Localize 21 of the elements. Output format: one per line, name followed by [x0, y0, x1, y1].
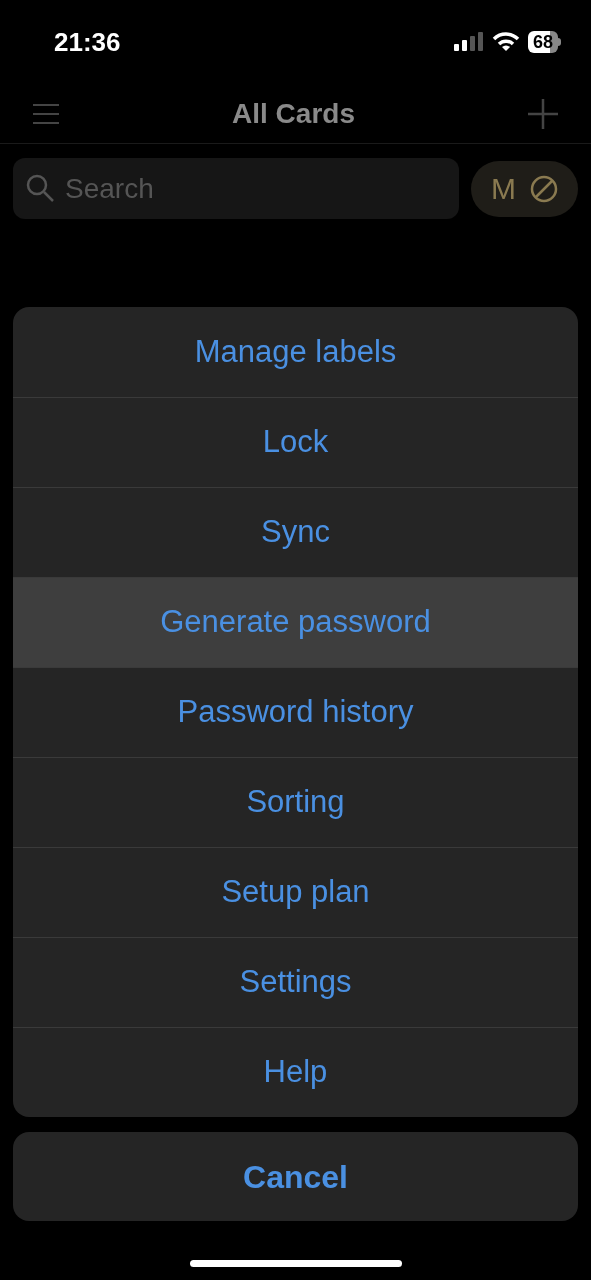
action-item[interactable]: Password history	[13, 667, 578, 757]
status-time: 21:36	[54, 25, 121, 59]
wifi-icon	[491, 32, 520, 52]
prohibited-icon	[530, 174, 558, 203]
action-item[interactable]: Setup plan	[13, 847, 578, 937]
action-item[interactable]: Sorting	[13, 757, 578, 847]
action-item[interactable]: Manage labels	[13, 307, 578, 397]
search-field[interactable]: Search	[13, 158, 459, 219]
filter-chip[interactable]: M	[471, 160, 578, 217]
action-item[interactable]: Lock	[13, 397, 578, 487]
battery-indicator: 68	[527, 31, 558, 53]
signal-icon	[453, 32, 484, 52]
nav-title: All Cards	[232, 96, 355, 131]
action-item[interactable]: Settings	[13, 937, 578, 1027]
cancel-button[interactable]: Cancel	[13, 1132, 578, 1221]
menu-icon[interactable]	[32, 102, 60, 125]
add-icon[interactable]	[527, 97, 559, 130]
chip-letter: M	[491, 171, 516, 207]
action-item[interactable]: Help	[13, 1027, 578, 1117]
action-item[interactable]: Generate password	[13, 577, 578, 667]
search-icon	[25, 173, 55, 203]
